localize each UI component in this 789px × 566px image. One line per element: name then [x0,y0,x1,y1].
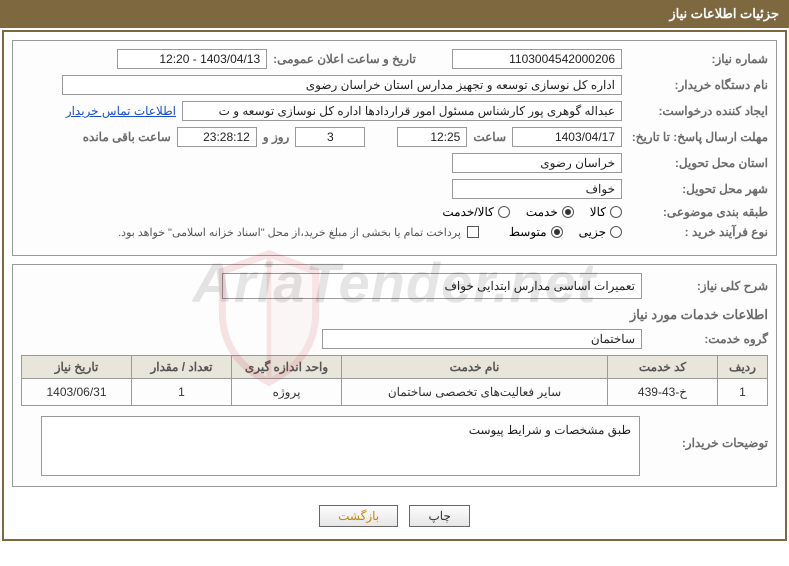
deadline-date-field: 1403/04/17 [512,127,622,147]
buyer-org-field: اداره کل نوسازی توسعه و تجهیز مدارس استا… [62,75,622,95]
td-date: 1403/06/31 [22,379,132,406]
th-date: تاریخ نیاز [22,356,132,379]
need-section: شرح کلی نیاز: تعمیرات اساسی مدارس ابتدای… [12,264,777,487]
info-section: شماره نیاز: 1103004542000206 تاریخ و ساع… [12,40,777,256]
radio-goods[interactable]: کالا [590,205,622,219]
back-button[interactable]: بازگشت [319,505,398,527]
th-name: نام خدمت [342,356,608,379]
days-and-label: روز و [263,130,290,144]
deadline-time-field: 12:25 [397,127,467,147]
remaining-label: ساعت باقی مانده [83,130,171,144]
radio-service-label: خدمت [526,205,558,219]
radio-icon [610,206,622,218]
outer-frame: شماره نیاز: 1103004542000206 تاریخ و ساع… [2,30,787,541]
radio-icon [551,226,563,238]
radio-goods-label: کالا [590,205,606,219]
table-row: 1 خ-43-439 سایر فعالیت‌های تخصصی ساختمان… [22,379,768,406]
radio-icon [610,226,622,238]
treasury-checkbox[interactable] [467,226,479,238]
subject-class-label: طبقه بندی موضوعی: [628,205,768,219]
days-left-field: 3 [295,127,365,147]
need-number-label: شماره نیاز: [628,52,768,66]
subject-class-radios: کالا خدمت کالا/خدمت [442,205,622,219]
services-info-heading: اطلاعات خدمات مورد نیاز [21,307,768,323]
radio-medium[interactable]: متوسط [509,225,563,239]
radio-goods-service[interactable]: کالا/خدمت [442,205,509,219]
time-left-field: 23:28:12 [177,127,257,147]
city-label: شهر محل تحویل: [628,182,768,196]
service-group-label: گروه خدمت: [648,332,768,346]
process-type-radios: جزیی متوسط [509,225,622,239]
td-name: سایر فعالیت‌های تخصصی ساختمان [342,379,608,406]
process-type-label: نوع فرآیند خرید : [628,225,768,239]
page-title-bar: جزئیات اطلاعات نیاز [0,0,789,28]
radio-minor[interactable]: جزیی [579,225,622,239]
radio-service[interactable]: خدمت [526,205,574,219]
radio-icon [562,206,574,218]
page-title: جزئیات اطلاعات نیاز [669,6,779,21]
announce-datetime-field: 1403/04/13 - 12:20 [117,49,267,69]
td-row: 1 [718,379,768,406]
radio-minor-label: جزیی [579,225,606,239]
buyer-org-label: نام دستگاه خریدار: [628,78,768,92]
deadline-label: مهلت ارسال پاسخ: تا تاریخ: [628,130,768,144]
button-row: چاپ بازگشت [12,495,777,531]
th-code: کد خدمت [608,356,718,379]
td-code: خ-43-439 [608,379,718,406]
requester-label: ایجاد کننده درخواست: [628,104,768,118]
services-table: ردیف کد خدمت نام خدمت واحد اندازه گیری ت… [21,355,768,406]
print-button[interactable]: چاپ [409,505,469,527]
announce-datetime-label: تاریخ و ساعت اعلان عمومی: [273,52,416,66]
time-word-label: ساعت [473,130,506,144]
city-field: خواف [452,179,622,199]
need-number-field: 1103004542000206 [452,49,622,69]
service-group-field: ساختمان [322,329,642,349]
watermark-shield-icon [209,248,329,388]
requester-field: عبداله گوهری پور کارشناس مسئول امور قرار… [182,101,622,121]
province-label: استان محل تحویل: [628,156,768,170]
buyer-contact-link[interactable]: اطلاعات تماس خریدار [66,104,176,118]
province-field: خراسان رضوی [452,153,622,173]
buyer-notes-label: توضیحات خریدار: [648,416,768,450]
need-summary-label: شرح کلی نیاز: [648,279,768,293]
payment-note: پرداخت تمام یا بخشی از مبلغ خرید،از محل … [118,226,461,239]
radio-icon [498,206,510,218]
radio-goods-service-label: کالا/خدمت [442,205,493,219]
th-row: ردیف [718,356,768,379]
radio-medium-label: متوسط [509,225,547,239]
buyer-notes-box: طبق مشخصات و شرایط پیوست [41,416,640,476]
